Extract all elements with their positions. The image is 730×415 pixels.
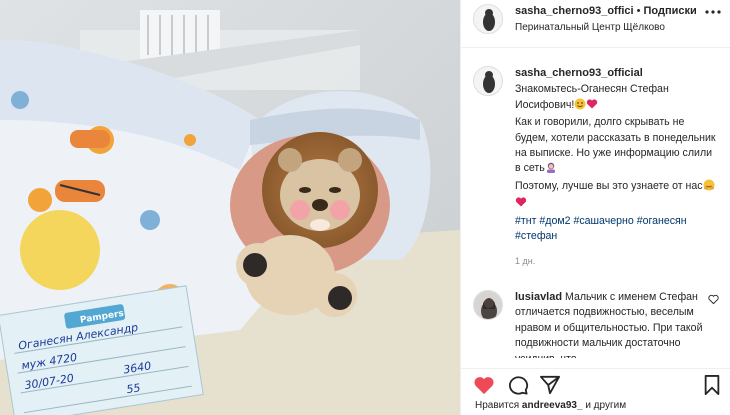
smile-emoji-icon bbox=[574, 98, 586, 115]
caption-timestamp[interactable]: 1 дн. bbox=[515, 254, 717, 269]
likes-suffix[interactable]: и другим bbox=[585, 400, 626, 411]
post-photo[interactable]: Pampers Оганесян Александр муж 4720 30/0… bbox=[0, 0, 460, 415]
comment-item: lusiavlad Мальчик с именем Стефан отлича… bbox=[461, 289, 730, 358]
commenter-username[interactable]: lusiavlad bbox=[515, 291, 562, 303]
comment-icon[interactable] bbox=[507, 375, 529, 395]
card-name-label: Оганесян Александр bbox=[17, 321, 139, 353]
likes-summary[interactable]: Нравится andreeva93_ и другим bbox=[475, 400, 626, 411]
comment-like-heart-icon[interactable] bbox=[708, 294, 719, 305]
header-name-row: sasha_cherno93_offici • Подписки bbox=[515, 5, 697, 17]
post-header: sasha_cherno93_offici • Подписки Перинатал… bbox=[461, 0, 730, 48]
post-location[interactable]: Перинатальный Центр Щёлково bbox=[515, 22, 665, 33]
caption-line-3: Поэтому, лучше вы это узнаете от нас bbox=[515, 179, 703, 192]
avatar-image bbox=[474, 5, 502, 33]
card-sex-label: муж 4720 bbox=[21, 351, 79, 373]
author-avatar[interactable] bbox=[473, 4, 503, 34]
caption-hashtags[interactable]: #тнт #дом2 #сашачерно #оганесян #стефан bbox=[515, 215, 687, 242]
woman-emoji-icon bbox=[545, 161, 557, 178]
likes-user[interactable]: andreeva93_ bbox=[522, 400, 583, 411]
heart-icon[interactable] bbox=[473, 375, 495, 395]
comments-list[interactable]: sasha_cherno93_official Знакомьтесь-Оган… bbox=[461, 58, 730, 358]
share-icon[interactable] bbox=[539, 375, 561, 395]
red-heart-emoji-icon bbox=[515, 196, 527, 213]
caption-block: sasha_cherno93_official Знакомьтесь-Оган… bbox=[461, 58, 730, 270]
separator-dot: • bbox=[636, 5, 641, 17]
hug-emoji-icon bbox=[703, 179, 715, 196]
author-username[interactable]: sasha_cherno93_offici bbox=[515, 5, 634, 17]
avatar-image bbox=[474, 290, 502, 319]
card-handwriting: Pampers Оганесян Александр муж 4720 30/0… bbox=[17, 309, 152, 396]
card-weight-label: 3640 bbox=[122, 359, 152, 376]
follow-button[interactable]: Подписки bbox=[643, 5, 696, 17]
likes-prefix: Нравится bbox=[475, 400, 520, 411]
red-heart-emoji-icon bbox=[586, 98, 598, 115]
post-side-panel: sasha_cherno93_offici • Подписки Перинатал… bbox=[460, 0, 730, 415]
commenter-avatar[interactable] bbox=[473, 289, 503, 320]
post-actions-bar bbox=[461, 368, 730, 398]
caption-author[interactable]: sasha_cherno93_official bbox=[515, 66, 717, 81]
avatar-image bbox=[474, 67, 502, 95]
bookmark-icon[interactable] bbox=[701, 375, 723, 395]
card-length-label: 55 bbox=[126, 381, 142, 396]
more-icon[interactable] bbox=[705, 9, 721, 15]
card-date-label: 30/07-20 bbox=[24, 372, 75, 393]
caption-avatar[interactable] bbox=[473, 66, 503, 96]
